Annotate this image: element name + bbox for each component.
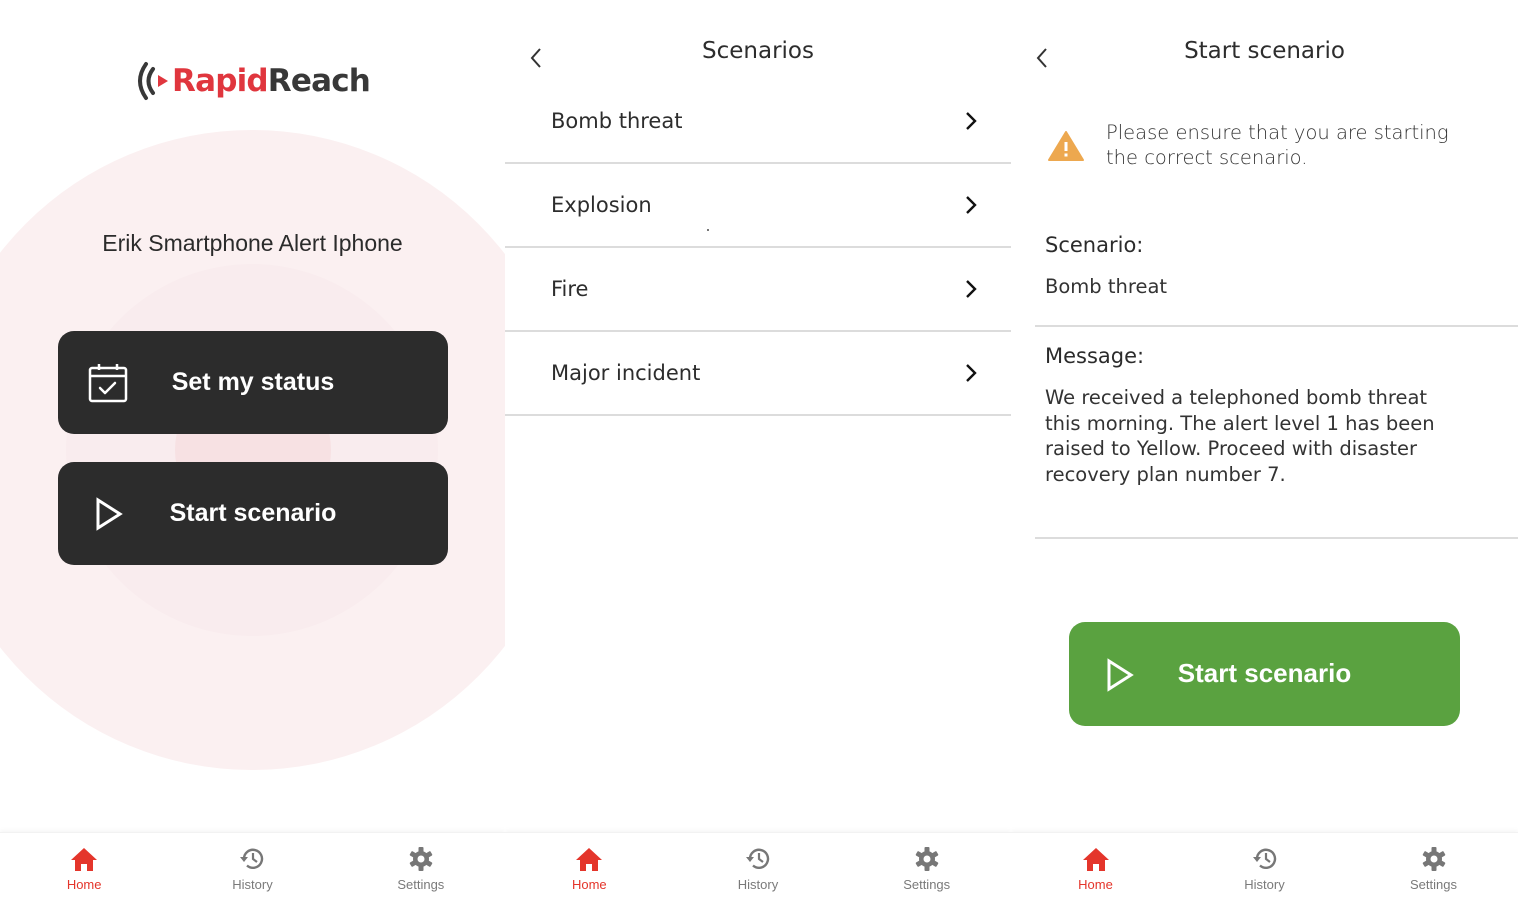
warning-line-2: the correct scenario. xyxy=(1106,146,1308,169)
home-screen: Rapid Reach Erik Smartphone Alert Iphone … xyxy=(0,0,505,900)
scenario-item-label: Explosion xyxy=(551,193,652,217)
tab-settings-label: Settings xyxy=(397,877,445,892)
warning-line-1: Please ensure that you are starting xyxy=(1106,121,1449,144)
start-header: Start scenario xyxy=(1011,0,1518,110)
start-scenario-button[interactable]: Start scenario xyxy=(58,462,448,565)
scenario-label: Scenario: xyxy=(1045,233,1144,257)
start-scenario-screen: Start scenario Please ensure that you ar… xyxy=(1011,0,1518,900)
tab-settings-label: Settings xyxy=(1410,877,1457,892)
tab-bar: Home History Settings xyxy=(1011,832,1518,900)
scenario-item-label: Major incident xyxy=(551,361,701,385)
tab-history[interactable]: History xyxy=(168,833,336,900)
gear-icon xyxy=(915,847,938,871)
home-icon xyxy=(576,848,603,871)
message-line: recovery plan number 7. xyxy=(1045,462,1286,486)
device-name: Erik Smartphone Alert Iphone xyxy=(102,230,403,256)
home-icon xyxy=(1082,848,1109,871)
tab-settings[interactable]: Settings xyxy=(337,833,505,900)
rapidreach-logo: Rapid Reach xyxy=(136,58,371,104)
tab-history-label: History xyxy=(1244,877,1285,892)
scenario-item-major-incident[interactable]: Major incident xyxy=(505,332,1011,416)
history-icon xyxy=(746,848,770,869)
warning-text: Please ensure that you are starting the … xyxy=(1106,120,1449,170)
chevron-right-icon xyxy=(966,196,977,214)
chevron-right-icon xyxy=(966,364,977,382)
confirm-start-scenario-button[interactable]: Start scenario xyxy=(1069,622,1460,726)
confirm-start-scenario-label: Start scenario xyxy=(1177,658,1352,688)
warning-triangle-icon xyxy=(1048,131,1084,161)
history-icon xyxy=(240,848,264,869)
scenario-item-explosion[interactable]: Explosion xyxy=(505,164,1011,248)
divider xyxy=(1035,537,1518,539)
tab-bar: Home History Settings xyxy=(505,832,1011,900)
tab-history-label: History xyxy=(737,877,779,892)
message-line: We received a telephoned bomb threat xyxy=(1045,386,1428,409)
start-scenario-label: Start scenario xyxy=(169,499,337,527)
history-icon xyxy=(1252,848,1276,869)
set-my-status-label: Set my status xyxy=(171,368,335,396)
scenario-item-label: Bomb threat xyxy=(551,109,683,133)
chevron-right-icon xyxy=(966,112,977,130)
tab-home[interactable]: Home xyxy=(505,833,674,900)
gear-icon xyxy=(409,847,433,871)
scenario-item-label: Fire xyxy=(551,277,589,301)
tab-settings[interactable]: Settings xyxy=(1349,833,1518,900)
page-title: Start scenario xyxy=(1184,38,1345,64)
logo-text-rapid: Rapid xyxy=(172,63,269,99)
message-line: raised to Yellow. Proceed with disaster xyxy=(1045,437,1418,460)
scenario-list: Bomb threat Explosion Fire Major inciden… xyxy=(505,80,1011,416)
tab-home-label: Home xyxy=(571,877,607,892)
tab-history[interactable]: History xyxy=(674,833,843,900)
chevron-right-icon xyxy=(966,280,977,298)
stray-dot xyxy=(707,229,709,231)
broadcast-signal-icon xyxy=(138,62,168,100)
tab-home[interactable]: Home xyxy=(0,833,168,900)
scenario-item-fire[interactable]: Fire xyxy=(505,248,1011,332)
tab-bar: Home History Settings xyxy=(0,832,505,900)
tab-settings[interactable]: Settings xyxy=(842,833,1011,900)
tab-home[interactable]: Home xyxy=(1011,833,1180,900)
warning-notice: Please ensure that you are starting the … xyxy=(1045,120,1505,180)
message-text: We received a telephoned bomb threat thi… xyxy=(1045,385,1485,487)
tab-home-label: Home xyxy=(1078,877,1113,892)
divider xyxy=(1035,325,1518,327)
page-title: Scenarios xyxy=(702,38,814,64)
scenario-item-bomb-threat[interactable]: Bomb threat xyxy=(505,80,1011,164)
message-line: this morning. The alert level 1 has been xyxy=(1045,411,1435,435)
set-my-status-button[interactable]: Set my status xyxy=(58,331,448,434)
tab-history[interactable]: History xyxy=(1180,833,1349,900)
tab-history-label: History xyxy=(232,877,273,892)
scenario-value: Bomb threat xyxy=(1045,275,1168,298)
tab-settings-label: Settings xyxy=(903,877,951,892)
gear-icon xyxy=(1422,847,1445,871)
home-icon xyxy=(71,848,98,871)
message-label: Message: xyxy=(1045,344,1145,368)
logo-text-reach: Reach xyxy=(267,63,371,99)
tab-home-label: Home xyxy=(66,877,102,892)
scenarios-screen: Scenarios Bomb threat Explosion Fire Maj… xyxy=(505,0,1011,900)
